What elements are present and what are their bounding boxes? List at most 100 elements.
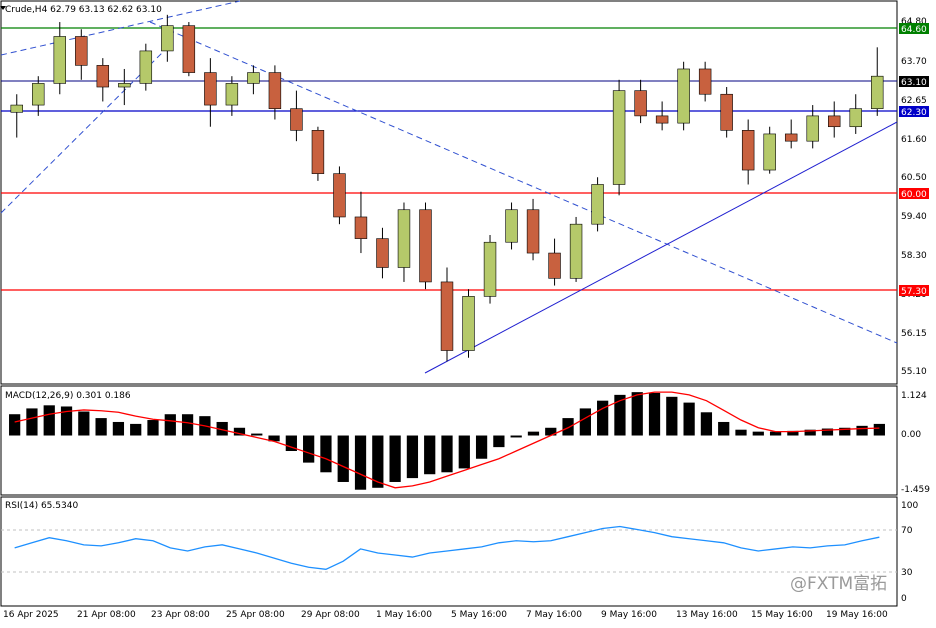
macd-bar [406, 435, 419, 479]
macd-bar [683, 402, 695, 436]
time-label: 25 Apr 08:00 [226, 610, 285, 620]
level-tag-text: 64.60 [901, 25, 927, 35]
macd-bar [164, 414, 176, 436]
candle-body-bear [698, 68, 712, 95]
candle-body-bear [204, 72, 217, 106]
candle [763, 126, 776, 174]
candle-body-bear [548, 252, 561, 279]
time-label: 9 May 16:00 [601, 610, 657, 620]
macd-tick: 0.00 [901, 430, 921, 440]
candle-body-bear [75, 36, 88, 66]
chart-canvas: Crude,H4 62.79 63.13 62.62 63.10 64.80 6… [0, 0, 930, 620]
candle [591, 177, 604, 232]
price-tick: 62.65 [901, 96, 927, 106]
macd-label: MACD(12,26,9) 0.301 0.186 [5, 391, 131, 401]
time-label: 7 May 16:00 [526, 610, 582, 620]
time-label: 15 May 16:00 [751, 610, 813, 620]
macd-bar [597, 400, 609, 436]
candle-body-bear [526, 209, 540, 254]
candle-body-bear [634, 90, 647, 117]
rsi-tick: 30 [901, 568, 913, 578]
candle-body-bear [96, 65, 110, 88]
candle [462, 289, 475, 358]
price-tick: 56.15 [901, 329, 927, 339]
macd-bar [700, 412, 713, 436]
candle-body-bull [247, 72, 260, 84]
candle-body-bear [311, 130, 325, 174]
macd-bar [718, 421, 730, 436]
macd-bar [735, 429, 747, 436]
price-tick: 63.70 [901, 57, 927, 67]
price-tick: 61.60 [901, 135, 927, 145]
candle-body-bull [871, 75, 884, 109]
macd-bar [181, 414, 194, 436]
candle-body-bull [397, 209, 411, 268]
candle-body-bear [655, 115, 669, 124]
candle [182, 22, 196, 77]
macd-bar [112, 421, 125, 436]
macd-bar [510, 435, 522, 438]
time-label: 5 May 16:00 [451, 610, 507, 620]
price-tick: 59.40 [901, 212, 927, 222]
macd-bar [493, 435, 505, 448]
macd-bar [752, 431, 764, 436]
macd-bar [303, 435, 315, 463]
candle-body-bull [462, 296, 475, 351]
candle [311, 126, 325, 181]
level-tag-text: 62.30 [901, 108, 927, 118]
candle-body-bull [225, 83, 239, 106]
time-label: 13 May 16:00 [676, 610, 738, 620]
candle-body-bear [290, 108, 303, 131]
level-tag-text: 57.30 [901, 287, 927, 297]
level-tag-63-10: 63.10 [899, 76, 929, 88]
macd-bar [648, 392, 661, 436]
candle-body-bull [591, 184, 604, 225]
candle [505, 202, 518, 250]
time-label: 21 Apr 08:00 [77, 610, 136, 620]
candle-body-bull [32, 83, 45, 106]
time-label: 16 Apr 2025 [3, 610, 59, 620]
level-tag-57-30: 57.30 [899, 285, 929, 297]
candle-body-bear [419, 209, 432, 283]
candle-body-bear [354, 216, 368, 239]
macd-bar [527, 431, 540, 436]
candle-body-bull [161, 25, 174, 52]
candle-body-bull [763, 133, 776, 171]
macd-bar [26, 408, 38, 436]
macd-bar [441, 435, 453, 473]
level-tag-62-30: 62.30 [899, 106, 929, 118]
candle-body-bull [612, 90, 626, 185]
rsi-tick: 70 [901, 526, 913, 536]
macd-bar [354, 435, 367, 490]
macd-bar [130, 423, 142, 436]
candle [419, 202, 432, 290]
candle-body-bull [505, 209, 518, 243]
candle-body-bear [268, 72, 282, 109]
candle-body-bull [483, 241, 497, 297]
macd-bar [475, 435, 488, 459]
price-tick: 60.50 [901, 173, 927, 183]
level-tag-60-00: 60.00 [899, 188, 929, 200]
candle-body-bull [139, 50, 153, 84]
price-tick: 58.30 [901, 251, 927, 261]
macd-bar [666, 396, 678, 436]
candle-body-bull [677, 68, 690, 124]
candle-body-bear [440, 281, 454, 351]
rsi-panel-frame [0, 496, 898, 607]
candle [333, 166, 346, 225]
macd-bar [9, 414, 21, 436]
candle-body-bear [828, 115, 841, 128]
macd-bar [251, 433, 263, 436]
candle-body-bull [53, 36, 66, 84]
macd-bar [856, 425, 868, 436]
macd-bar [631, 392, 643, 436]
macd-bar [424, 435, 436, 475]
macd-bar [78, 411, 90, 436]
chart-symbol-label: Crude,H4 62.79 63.13 62.62 63.10 [5, 5, 162, 15]
candle-body-bear [720, 93, 733, 131]
time-axis: 16 Apr 2025 21 Apr 08:00 23 Apr 08:00 25… [3, 610, 888, 620]
candle [139, 43, 153, 91]
level-tag-64-60: 64.60 [899, 23, 929, 35]
level-tag-text: 63.10 [901, 78, 927, 88]
macd-bar [337, 435, 349, 482]
